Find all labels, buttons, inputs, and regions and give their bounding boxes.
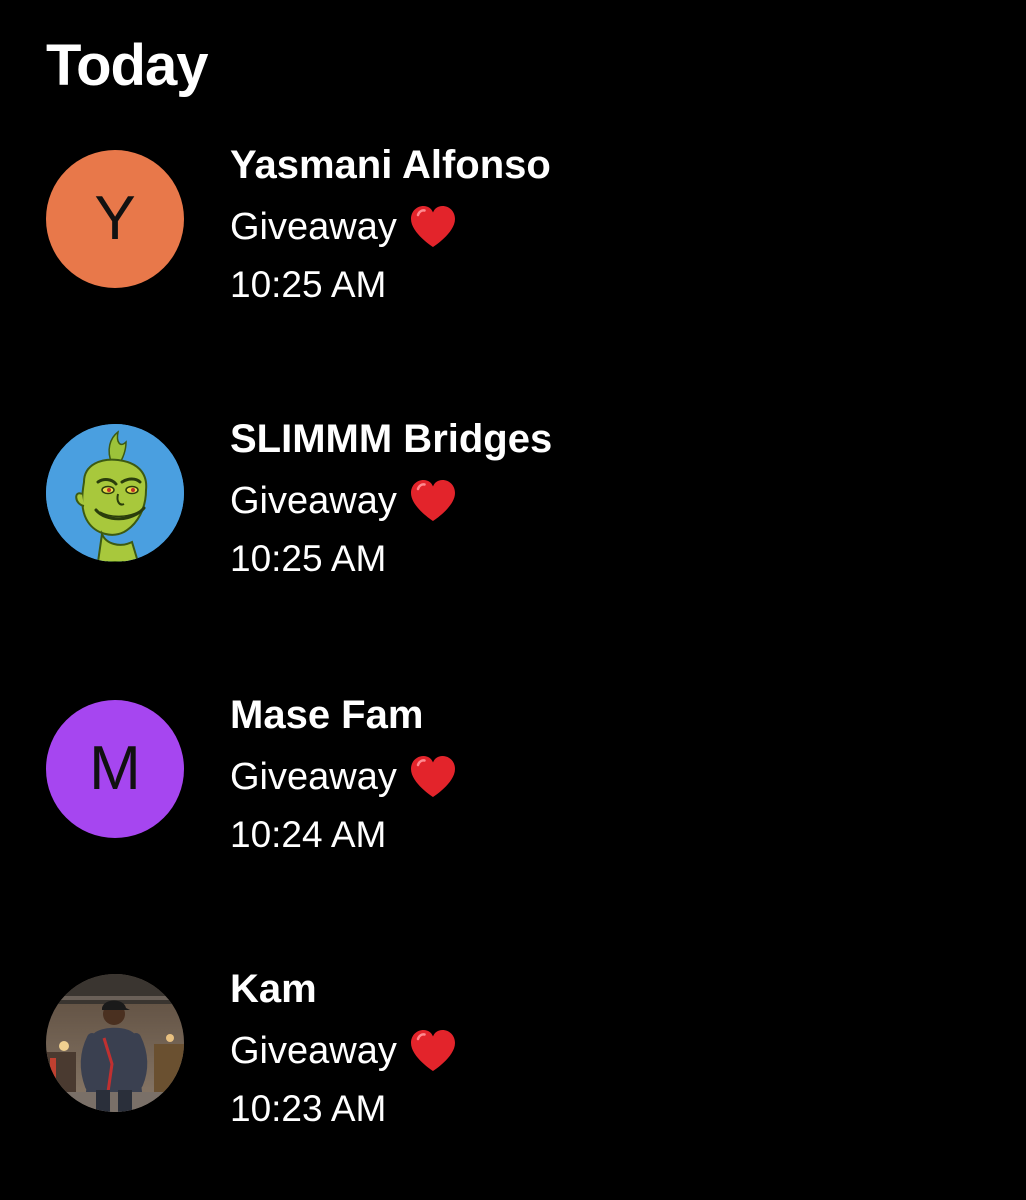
message-text: Giveaway [230,206,397,248]
avatar[interactable]: Y [46,150,184,288]
message-text: Giveaway [230,480,397,522]
message-list: Y Yasmani Alfonso Giveaway 10:25 AM SLIM… [0,0,1026,1200]
avatar-letter: Y [94,184,136,253]
avatar-letter: M [89,734,141,803]
red-heart-icon [410,1030,455,1071]
message-time: 10:24 AM [230,814,387,855]
message-preview: Giveaway [230,1026,457,1076]
avatar[interactable] [46,424,184,562]
message-time: 10:25 AM [230,264,387,305]
sender-name: Kam [230,967,317,1011]
message-list-item[interactable]: SLIMMM Bridges Giveaway 10:25 AM [0,410,1026,590]
grinch-avatar-image [46,424,184,562]
avatar[interactable]: M [46,700,184,838]
red-heart-icon [410,480,455,521]
red-heart-icon [410,756,455,797]
message-preview: Giveaway [230,476,457,526]
sender-name: Yasmani Alfonso [230,143,551,187]
message-text: Giveaway [230,1030,397,1072]
avatar[interactable] [46,974,184,1112]
message-list-item[interactable]: Y Yasmani Alfonso Giveaway 10:25 AM [0,136,1026,316]
person-photo-avatar-image [46,974,184,1112]
message-time: 10:25 AM [230,538,387,579]
red-heart-icon [410,206,455,247]
sender-name: SLIMMM Bridges [230,417,553,461]
message-list-item[interactable]: M Mase Fam Giveaway 10:24 AM [0,686,1026,866]
message-list-item[interactable]: Kam Giveaway 10:23 AM [0,960,1026,1140]
message-text: Giveaway [230,756,397,798]
message-preview: Giveaway [230,752,457,802]
message-time: 10:23 AM [230,1088,387,1129]
sender-name: Mase Fam [230,693,424,737]
message-preview: Giveaway [230,202,457,252]
